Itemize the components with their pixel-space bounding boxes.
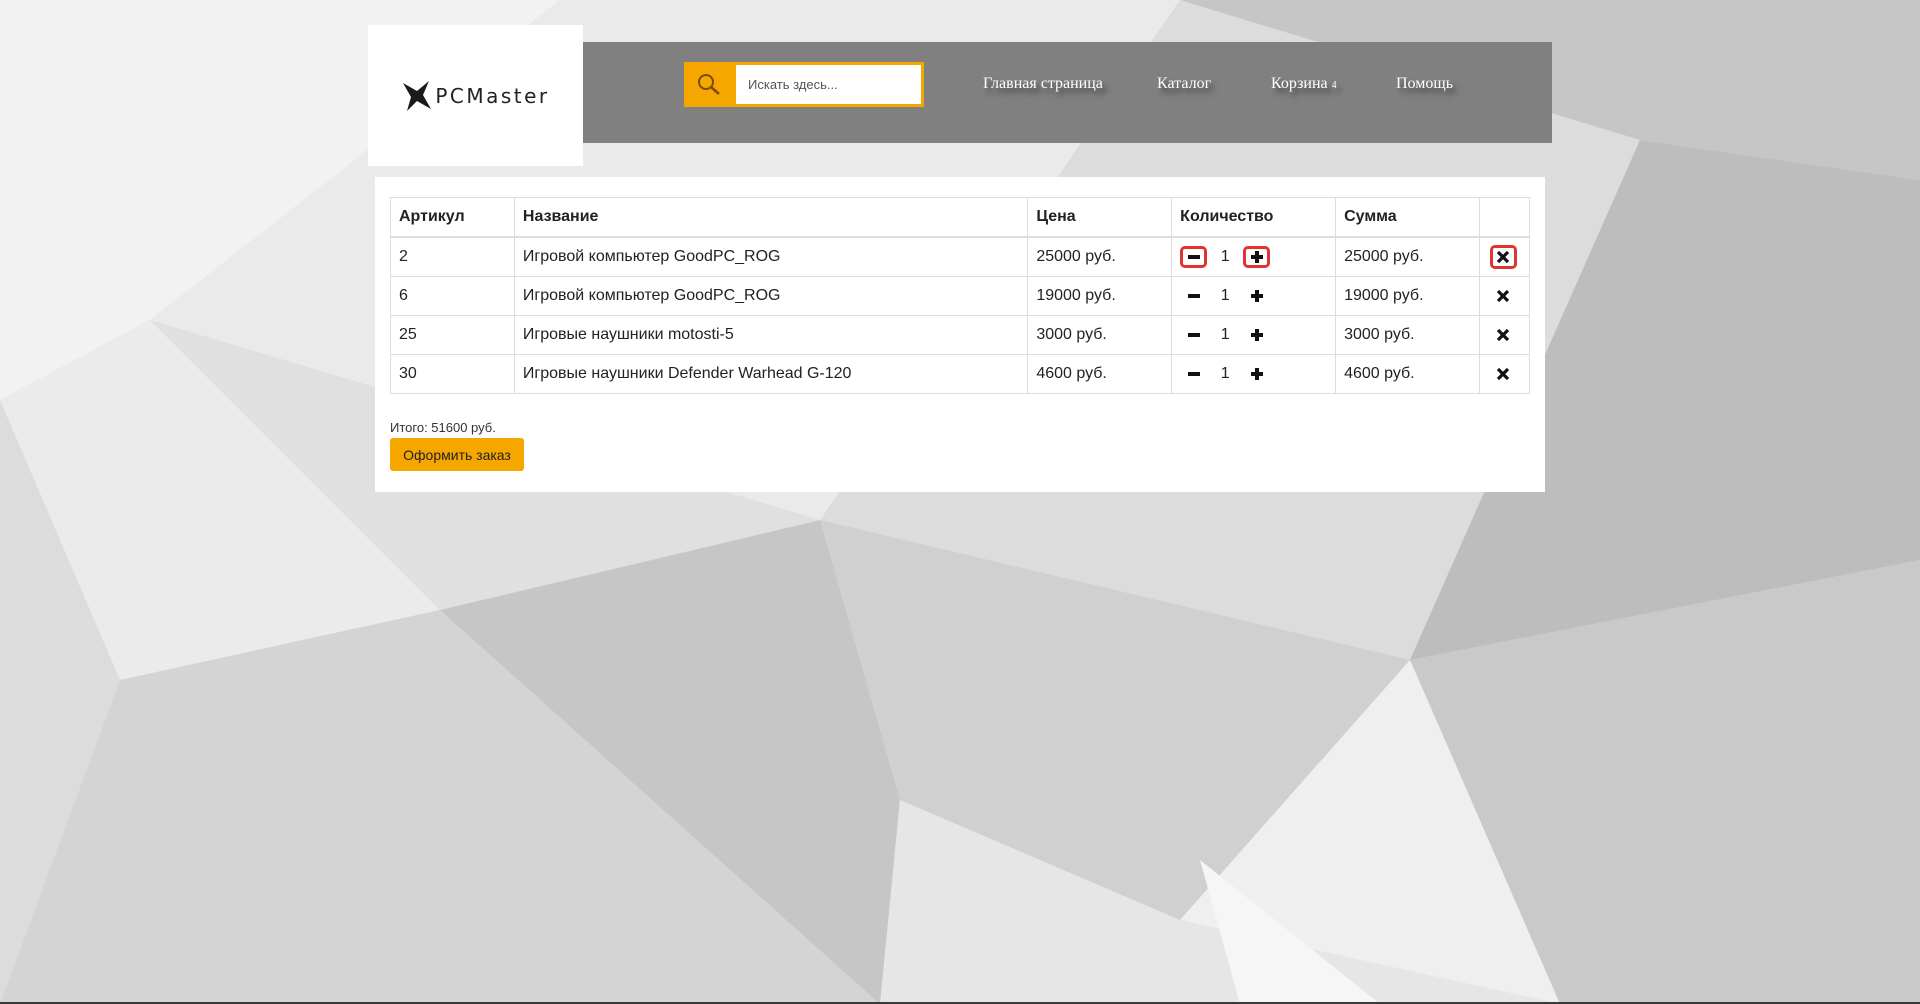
- checkout-button[interactable]: Оформить заказ: [390, 438, 524, 471]
- header-price: Цена: [1027, 197, 1173, 238]
- minus-icon: [1187, 333, 1200, 337]
- header-sku: Артикул: [390, 197, 515, 238]
- cell-remove: [1478, 315, 1531, 355]
- qty-value: 1: [1220, 326, 1230, 343]
- cell-remove: [1478, 236, 1531, 277]
- increase-qty-button[interactable]: [1243, 285, 1270, 307]
- nav-home[interactable]: Главная страница: [983, 75, 1103, 93]
- logo-icon: [403, 80, 432, 111]
- close-icon: [1497, 367, 1510, 381]
- table-row: 2 Игровой компьютер GoodPC_ROG 25000 руб…: [390, 236, 1531, 277]
- nav-cart-label: Корзина: [1271, 75, 1328, 92]
- decrease-qty-button[interactable]: [1180, 363, 1207, 385]
- close-icon: [1497, 328, 1510, 342]
- minus-icon: [1187, 294, 1200, 298]
- table-row: 30 Игровые наушники Defender Warhead G-1…: [390, 354, 1531, 394]
- header-remove: [1478, 197, 1531, 238]
- qty-value: 1: [1220, 365, 1230, 382]
- cell-qty: 1: [1171, 276, 1337, 316]
- remove-item-button[interactable]: [1489, 245, 1517, 269]
- cell-sku: 6: [390, 276, 515, 316]
- search-input[interactable]: [736, 62, 924, 107]
- nav-catalog[interactable]: Каталог: [1157, 75, 1211, 93]
- cell-qty: 1: [1171, 354, 1337, 394]
- header-nav: Главная страница Каталог Корзина 4 Помощ…: [583, 42, 1552, 143]
- plus-icon: [1250, 368, 1263, 380]
- plus-icon: [1250, 251, 1263, 263]
- table-row: 6 Игровой компьютер GoodPC_ROG 19000 руб…: [390, 276, 1531, 316]
- qty-value: 1: [1220, 248, 1230, 265]
- background-pattern: [0, 0, 1920, 1004]
- remove-item-button[interactable]: [1490, 323, 1517, 347]
- nav-cart[interactable]: Корзина 4: [1271, 75, 1337, 93]
- header-qty: Количество: [1171, 197, 1337, 238]
- decrease-qty-button[interactable]: [1180, 246, 1208, 268]
- increase-qty-button[interactable]: [1243, 324, 1270, 346]
- remove-item-button[interactable]: [1490, 362, 1517, 386]
- cell-remove: [1478, 276, 1531, 316]
- decrease-qty-button[interactable]: [1180, 324, 1207, 346]
- cell-name: Игровой компьютер GoodPC_ROG: [513, 276, 1029, 316]
- header-name: Название: [513, 197, 1029, 238]
- decrease-qty-button[interactable]: [1180, 285, 1207, 307]
- cart-table: Артикул Название Цена Количество Сумма 2…: [390, 197, 1531, 394]
- table-row: 25 Игровые наушники motosti-5 3000 руб. …: [390, 315, 1531, 355]
- cell-sku: 2: [390, 236, 515, 277]
- minus-icon: [1187, 372, 1200, 376]
- increase-qty-button[interactable]: [1243, 246, 1271, 268]
- qty-value: 1: [1220, 287, 1230, 304]
- logo[interactable]: PCMaster: [368, 25, 583, 166]
- search-bar: [684, 62, 924, 107]
- cell-sku: 30: [390, 354, 515, 394]
- search-button[interactable]: [684, 62, 736, 107]
- close-icon: [1497, 289, 1510, 303]
- cell-sum: 19000 руб.: [1335, 276, 1480, 316]
- cart-total: Итого: 51600 руб.: [390, 420, 496, 435]
- cell-sum: 4600 руб.: [1335, 354, 1480, 394]
- minus-icon: [1187, 255, 1200, 259]
- search-icon: [698, 73, 720, 95]
- cell-sku: 25: [390, 315, 515, 355]
- cell-sum: 25000 руб.: [1335, 236, 1480, 277]
- cell-price: 25000 руб.: [1027, 236, 1173, 277]
- cell-qty: 1: [1171, 315, 1337, 355]
- cell-name: Игровые наушники motosti-5: [513, 315, 1029, 355]
- remove-item-button[interactable]: [1490, 284, 1517, 308]
- logo-text: PCMaster: [435, 83, 550, 108]
- plus-icon: [1250, 329, 1263, 341]
- cart-panel: Артикул Название Цена Количество Сумма 2…: [375, 177, 1545, 492]
- table-header-row: Артикул Название Цена Количество Сумма: [390, 197, 1531, 238]
- cell-price: 19000 руб.: [1027, 276, 1173, 316]
- cell-price: 3000 руб.: [1027, 315, 1173, 355]
- cell-qty: 1: [1171, 236, 1337, 277]
- plus-icon: [1250, 290, 1263, 302]
- cell-price: 4600 руб.: [1027, 354, 1173, 394]
- cell-name: Игровой компьютер GoodPC_ROG: [513, 236, 1029, 277]
- cell-sum: 3000 руб.: [1335, 315, 1480, 355]
- cell-name: Игровые наушники Defender Warhead G-120: [513, 354, 1029, 394]
- cart-count-badge: 4: [1331, 80, 1337, 91]
- nav-help[interactable]: Помощь: [1396, 75, 1453, 93]
- close-icon: [1497, 250, 1510, 264]
- increase-qty-button[interactable]: [1243, 363, 1270, 385]
- cell-remove: [1478, 354, 1531, 394]
- header-sum: Сумма: [1335, 197, 1480, 238]
